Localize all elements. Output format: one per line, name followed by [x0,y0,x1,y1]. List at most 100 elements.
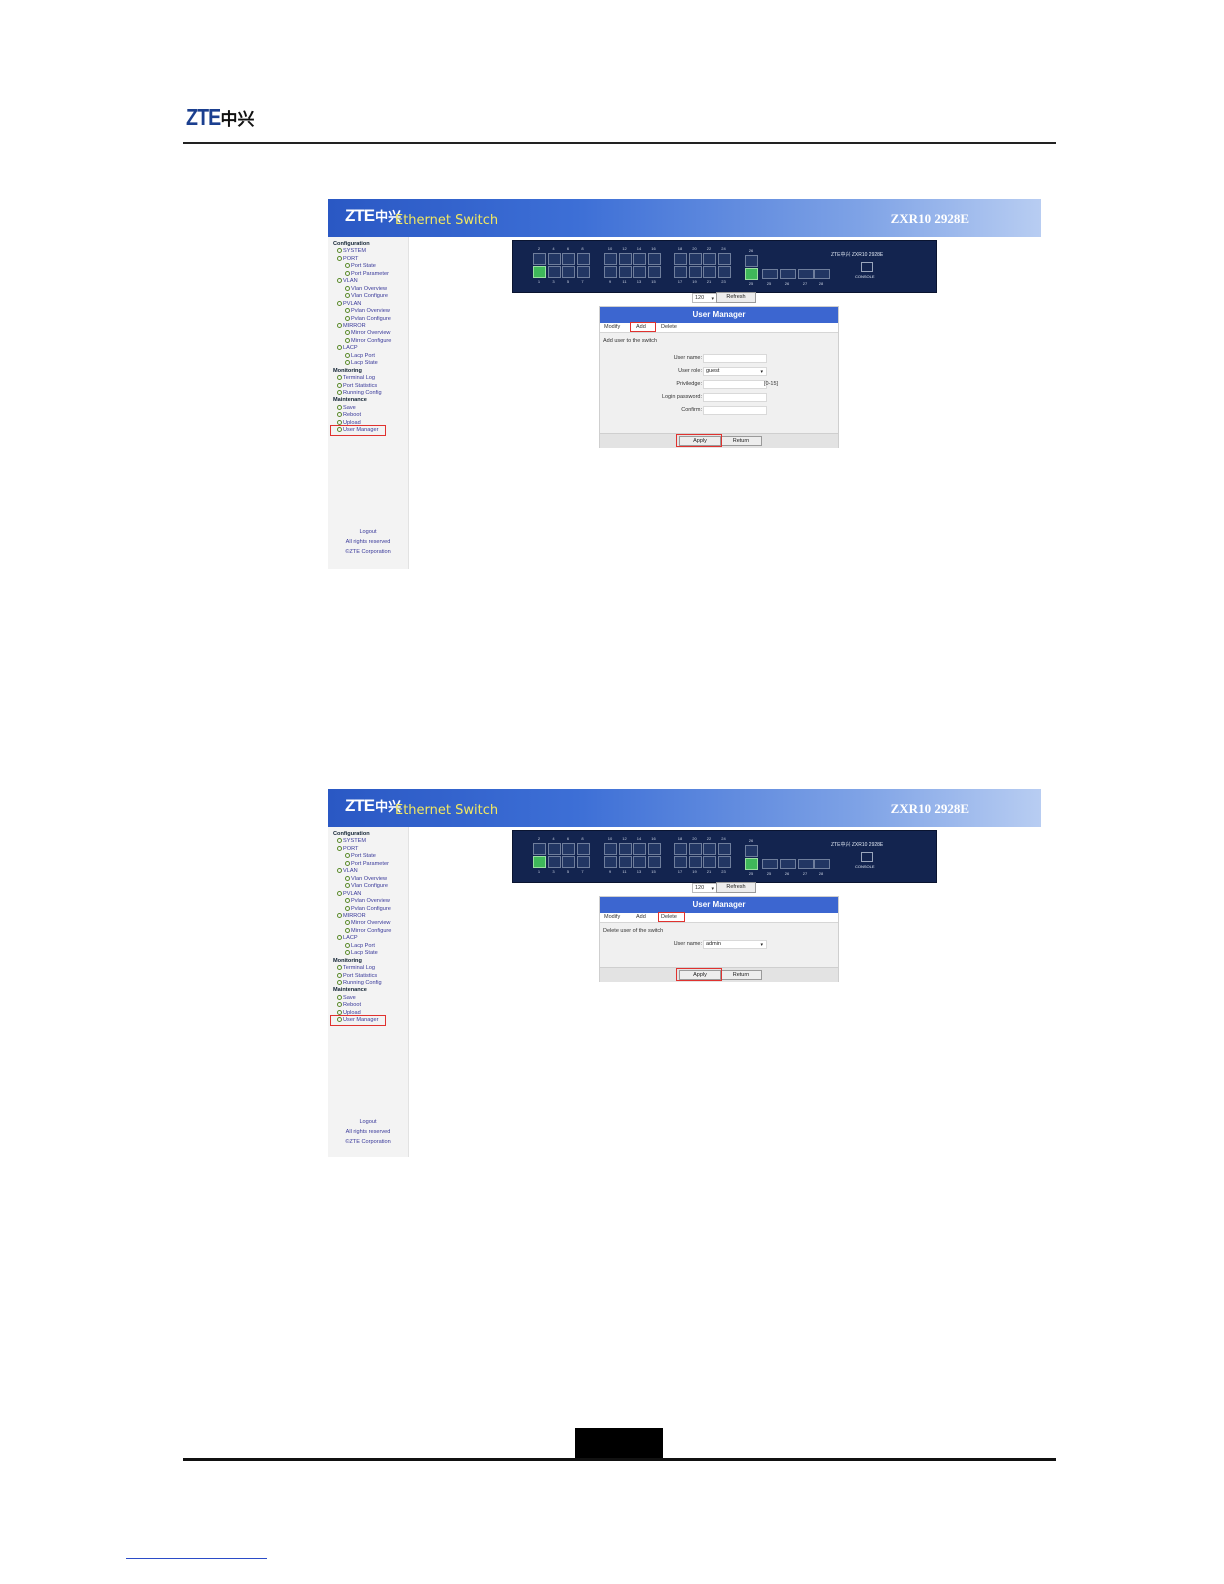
sidebar-item-pvlan-configure[interactable]: Pvlan Configure [345,906,391,912]
sidebar-item-reboot[interactable]: Reboot [337,412,361,418]
sidebar-item-pvlan[interactable]: PVLAN [337,891,361,897]
sidebar-item-vlan[interactable]: VLAN [337,278,358,284]
sidebar-item-terminal-log[interactable]: Terminal Log [337,965,375,971]
ethernet-port-icon[interactable] [547,843,561,855]
ethernet-port-icon[interactable] [618,856,632,868]
sidebar-item-vlan-overview[interactable]: Vlan Overview [345,876,387,882]
sidebar-item-running-config[interactable]: Running Config [337,980,382,986]
sidebar-item-save[interactable]: Save [337,995,356,1001]
sfp-port-icon[interactable] [780,859,796,869]
sidebar-item-pvlan-overview[interactable]: Pvlan Overview [345,898,390,904]
sidebar-item-mirror[interactable]: MIRROR [337,323,366,329]
console-port-icon[interactable] [861,262,873,272]
refresh-interval-select[interactable]: 120 ▾ [692,293,718,303]
ethernet-port-icon[interactable] [647,856,661,868]
ethernet-port-icon[interactable] [647,266,661,278]
return-button[interactable]: Return [720,436,762,446]
sidebar-item-system[interactable]: SYSTEM [337,838,366,844]
sidebar-item-pvlan-configure[interactable]: Pvlan Configure [345,316,391,322]
ethernet-port-icon[interactable] [703,266,716,278]
sidebar-item-system[interactable]: SYSTEM [337,248,366,254]
ethernet-port-icon[interactable] [745,255,758,267]
sidebar-item-vlan[interactable]: VLAN [337,868,358,874]
ethernet-port-icon[interactable] [688,843,702,855]
sidebar-item-vlan-configure[interactable]: Vlan Configure [345,883,388,889]
tab-modify[interactable]: Modify [604,914,620,920]
sidebar-item-port-statistics[interactable]: Port Statistics [337,383,377,389]
ethernet-port-icon[interactable] [717,856,731,868]
ethernet-port-icon[interactable] [547,266,561,278]
ethernet-port-icon[interactable] [533,253,546,265]
ethernet-port-icon[interactable] [688,266,702,278]
sfp-port-icon[interactable] [780,269,796,279]
user-name-input[interactable]: admin ▾ [703,940,767,949]
ethernet-port-icon[interactable] [562,253,575,265]
ethernet-port-icon[interactable] [688,856,702,868]
ethernet-port-icon[interactable] [647,843,661,855]
sidebar-item-lacp-port[interactable]: Lacp Port [345,353,375,359]
ethernet-port-icon[interactable] [633,856,646,868]
ethernet-port-icon[interactable] [633,266,646,278]
ethernet-port-icon[interactable] [674,253,687,265]
ethernet-port-icon[interactable] [604,266,617,278]
logout-link[interactable]: Logout [328,1119,408,1125]
ethernet-port-icon[interactable] [533,843,546,855]
sfp-port-icon[interactable] [814,859,830,869]
ethernet-port-icon[interactable] [562,856,575,868]
login-password-input[interactable] [703,393,767,402]
ethernet-port-icon[interactable] [717,843,731,855]
ethernet-port-icon[interactable] [703,856,716,868]
ethernet-port-icon[interactable] [604,843,617,855]
sidebar-item-port-state[interactable]: Port State [345,853,376,859]
sfp-port-icon[interactable] [762,269,778,279]
refresh-button[interactable]: Refresh [716,882,756,893]
sidebar-item-reboot[interactable]: Reboot [337,1002,361,1008]
sidebar-item-vlan-configure[interactable]: Vlan Configure [345,293,388,299]
sidebar-item-port-state[interactable]: Port State [345,263,376,269]
sidebar-item-port-statistics[interactable]: Port Statistics [337,973,377,979]
user-name-input[interactable] [703,354,767,363]
ethernet-port-icon[interactable] [688,253,702,265]
ethernet-port-icon[interactable] [674,843,687,855]
sidebar-item-port[interactable]: PORT [337,846,358,852]
ethernet-port-icon[interactable] [703,843,716,855]
ethernet-port-icon[interactable] [576,253,590,265]
sidebar-item-lacp-port[interactable]: Lacp Port [345,943,375,949]
logout-link[interactable]: Logout [328,529,408,535]
sidebar-item-vlan-overview[interactable]: Vlan Overview [345,286,387,292]
sidebar-item-pvlan[interactable]: PVLAN [337,301,361,307]
ethernet-port-icon[interactable] [533,266,546,278]
ethernet-port-icon[interactable] [703,253,716,265]
ethernet-port-icon[interactable] [604,253,617,265]
ethernet-port-icon[interactable] [576,843,590,855]
sidebar-item-lacp-state[interactable]: Lacp State [345,950,378,956]
sidebar-item-port[interactable]: PORT [337,256,358,262]
sidebar-item-terminal-log[interactable]: Terminal Log [337,375,375,381]
sfp-port-icon[interactable] [798,859,814,869]
sidebar-item-mirror-configure[interactable]: Mirror Configure [345,928,391,934]
ethernet-port-icon[interactable] [674,856,687,868]
ethernet-port-icon[interactable] [618,843,632,855]
tab-delete[interactable]: Delete [661,324,677,330]
ethernet-port-icon[interactable] [674,266,687,278]
console-port-icon[interactable] [861,852,873,862]
ethernet-port-icon[interactable] [562,266,575,278]
sfp-port-icon[interactable] [814,269,830,279]
tab-add[interactable]: Add [636,914,646,920]
sidebar-item-running-config[interactable]: Running Config [337,390,382,396]
sidebar-item-port-parameter[interactable]: Port Parameter [345,861,389,867]
priviledge-input[interactable] [703,380,767,389]
sidebar-item-mirror[interactable]: MIRROR [337,913,366,919]
ethernet-port-icon[interactable] [604,856,617,868]
user-role-input[interactable]: guest ▾ [703,367,767,376]
sidebar-item-lacp[interactable]: LACP [337,935,358,941]
ethernet-port-icon[interactable] [633,253,646,265]
ethernet-port-icon[interactable] [647,253,661,265]
sidebar-item-save[interactable]: Save [337,405,356,411]
ethernet-port-icon[interactable] [745,268,758,280]
sidebar-item-lacp[interactable]: LACP [337,345,358,351]
sidebar-item-mirror-overview[interactable]: Mirror Overview [345,920,390,926]
ethernet-port-icon[interactable] [717,266,731,278]
refresh-button[interactable]: Refresh [716,292,756,303]
ethernet-port-icon[interactable] [576,266,590,278]
